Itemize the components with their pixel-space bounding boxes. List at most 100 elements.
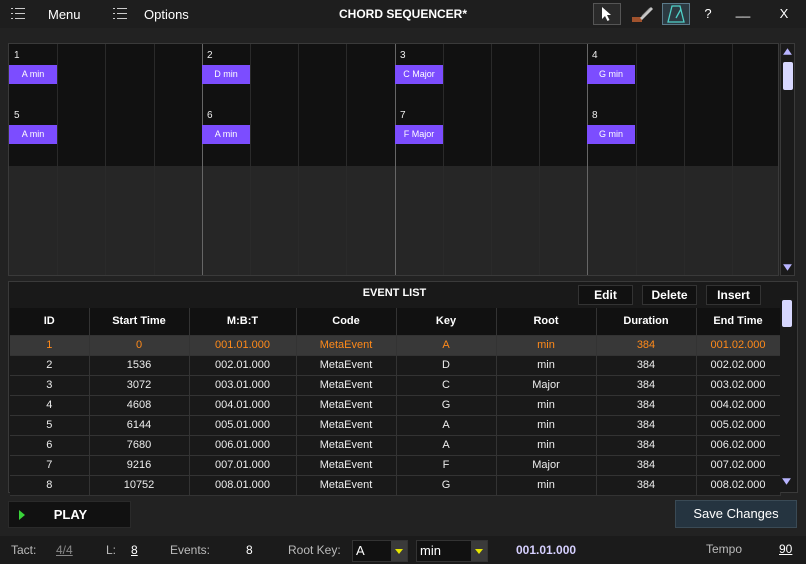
- column-header[interactable]: Root: [496, 308, 597, 336]
- tempo-label: Tempo: [706, 542, 743, 556]
- tact-value[interactable]: 4/4: [56, 536, 73, 564]
- options-icon[interactable]: [113, 8, 127, 20]
- event-table: ID Start Time M:B:T Code Key Root Duration End …: [10, 308, 781, 496]
- help-button[interactable]: ?: [696, 0, 720, 28]
- event-list-panel: EVENT LIST Edit Delete Insert ID Start Ti…: [8, 281, 798, 496]
- table-cell: min: [496, 415, 597, 436]
- table-cell: 1: [10, 335, 90, 356]
- table-row[interactable]: 3 3072 003.01.000 MetaEvent C Major 384 003.02.…: [10, 375, 781, 396]
- beat-divider: [250, 44, 251, 275]
- list-scroll-down-icon[interactable]: [782, 478, 791, 485]
- chord-block[interactable]: F Major: [395, 125, 443, 144]
- table-cell: MetaEvent: [296, 475, 397, 496]
- table-row[interactable]: 7 9216 007.01.000 MetaEvent F Major 384 007.02.…: [10, 455, 781, 476]
- column-header[interactable]: Start Time: [89, 308, 190, 336]
- scroll-thumb[interactable]: [783, 62, 793, 90]
- table-cell: 7: [10, 455, 90, 476]
- metronome-icon: [667, 5, 685, 23]
- scroll-down-icon[interactable]: [783, 264, 792, 271]
- table-cell: 384: [596, 435, 697, 456]
- column-header[interactable]: Key: [396, 308, 497, 336]
- save-changes-button[interactable]: Save Changes: [675, 500, 797, 528]
- chord-block[interactable]: A min: [9, 65, 57, 84]
- events-value: 8: [246, 543, 253, 557]
- chord-block[interactable]: D min: [202, 65, 250, 84]
- table-row[interactable]: 8 10752 008.01.000 MetaEvent Gmin 384 008.02.0…: [10, 475, 781, 496]
- column-header[interactable]: End Time: [696, 308, 781, 336]
- length-label: L:: [106, 543, 117, 557]
- insert-button[interactable]: Insert: [706, 285, 761, 305]
- table-cell: MetaEvent: [296, 335, 397, 356]
- table-row[interactable]: 6 7680 006.01.000 MetaEvent Amin 384 006.02.00…: [10, 435, 781, 456]
- close-button[interactable]: X: [772, 0, 796, 28]
- column-header[interactable]: ID: [10, 308, 90, 336]
- chevron-down-icon[interactable]: [391, 541, 407, 561]
- tact-label: Tact:: [11, 543, 37, 557]
- play-button[interactable]: PLAY: [8, 501, 131, 528]
- table-cell: 6: [10, 435, 90, 456]
- table-cell: 7680: [89, 435, 190, 456]
- chord-grid[interactable]: 1 A min 2 D min 3 C Major 4 G min 5 A min 6 A min 7 F…: [8, 43, 779, 276]
- table-cell: 003.02.000: [696, 375, 781, 396]
- edit-button[interactable]: Edit: [578, 285, 633, 305]
- bar-number: 4: [592, 50, 598, 61]
- metronome-button[interactable]: [662, 3, 690, 25]
- menu-button[interactable]: Menu: [48, 0, 81, 28]
- table-cell: G: [396, 395, 497, 416]
- table-cell: 001.02.000: [696, 335, 781, 356]
- table-cell: 4: [10, 395, 90, 416]
- column-header[interactable]: Duration: [596, 308, 697, 336]
- table-cell: 2: [10, 355, 90, 376]
- menu-icon[interactable]: [11, 8, 25, 20]
- table-row[interactable]: 2 1536 002.01.000 MetaEvent Dmin 384 002.02.00…: [10, 355, 781, 376]
- table-cell: 008.02.000: [696, 475, 781, 496]
- beat-divider: [539, 44, 540, 275]
- table-cell: 8: [10, 475, 90, 496]
- title-bar: Menu Options CHORD SEQUENCER* ? __ X: [0, 0, 806, 28]
- tempo-value[interactable]: 90: [779, 536, 792, 564]
- table-cell: 004.02.000: [696, 395, 781, 416]
- table-cell: A: [396, 335, 497, 356]
- chord-block[interactable]: G min: [587, 65, 635, 84]
- table-cell: 384: [596, 475, 697, 496]
- list-scroll-thumb[interactable]: [782, 300, 792, 327]
- table-cell: 008.01.000: [189, 475, 297, 496]
- chord-block[interactable]: A min: [202, 125, 250, 144]
- event-list-scrollbar[interactable]: [780, 298, 795, 492]
- chevron-down-icon[interactable]: [471, 541, 487, 561]
- table-cell: A: [396, 415, 497, 436]
- bar-number: 6: [207, 110, 213, 121]
- delete-button[interactable]: Delete: [642, 285, 697, 305]
- length-value[interactable]: 8: [131, 536, 138, 564]
- root-key-dropdown[interactable]: A: [352, 540, 408, 562]
- chord-block[interactable]: A min: [9, 125, 57, 144]
- root-key-value: A: [356, 543, 365, 558]
- table-cell: Major: [496, 375, 597, 396]
- cursor-icon: [602, 7, 611, 21]
- grid-scrollbar[interactable]: [780, 43, 795, 276]
- column-header[interactable]: M:B:T: [189, 308, 297, 336]
- table-cell: min: [496, 395, 597, 416]
- column-header[interactable]: Code: [296, 308, 397, 336]
- table-row[interactable]: 5 6144 005.01.000 MetaEvent Amin 384 005.02.00…: [10, 415, 781, 436]
- bar-number: 7: [400, 110, 406, 121]
- beat-divider: [57, 44, 58, 275]
- mode-dropdown[interactable]: min: [416, 540, 488, 562]
- scroll-up-icon[interactable]: [783, 48, 792, 55]
- chord-block[interactable]: C Major: [395, 65, 443, 84]
- table-row[interactable]: 4 4608 004.01.000 MetaEvent Gmin 384 004.02.00…: [10, 395, 781, 416]
- beat-divider: [346, 44, 347, 275]
- pointer-tool-button[interactable]: [593, 3, 621, 25]
- pencil-tool-button[interactable]: [628, 3, 656, 25]
- table-row[interactable]: 1 0 001.01.000 MetaEvent Amin 384 001.02.000: [10, 335, 781, 356]
- chord-block[interactable]: G min: [587, 125, 635, 144]
- table-cell: min: [496, 335, 597, 356]
- minimize-button[interactable]: __: [731, 0, 755, 28]
- table-cell: 10752: [89, 475, 190, 496]
- table-cell: 007.02.000: [696, 455, 781, 476]
- beat-divider: [491, 44, 492, 275]
- table-cell: 9216: [89, 455, 190, 476]
- options-button[interactable]: Options: [144, 0, 189, 28]
- table-cell: 0: [89, 335, 190, 356]
- table-cell: 384: [596, 355, 697, 376]
